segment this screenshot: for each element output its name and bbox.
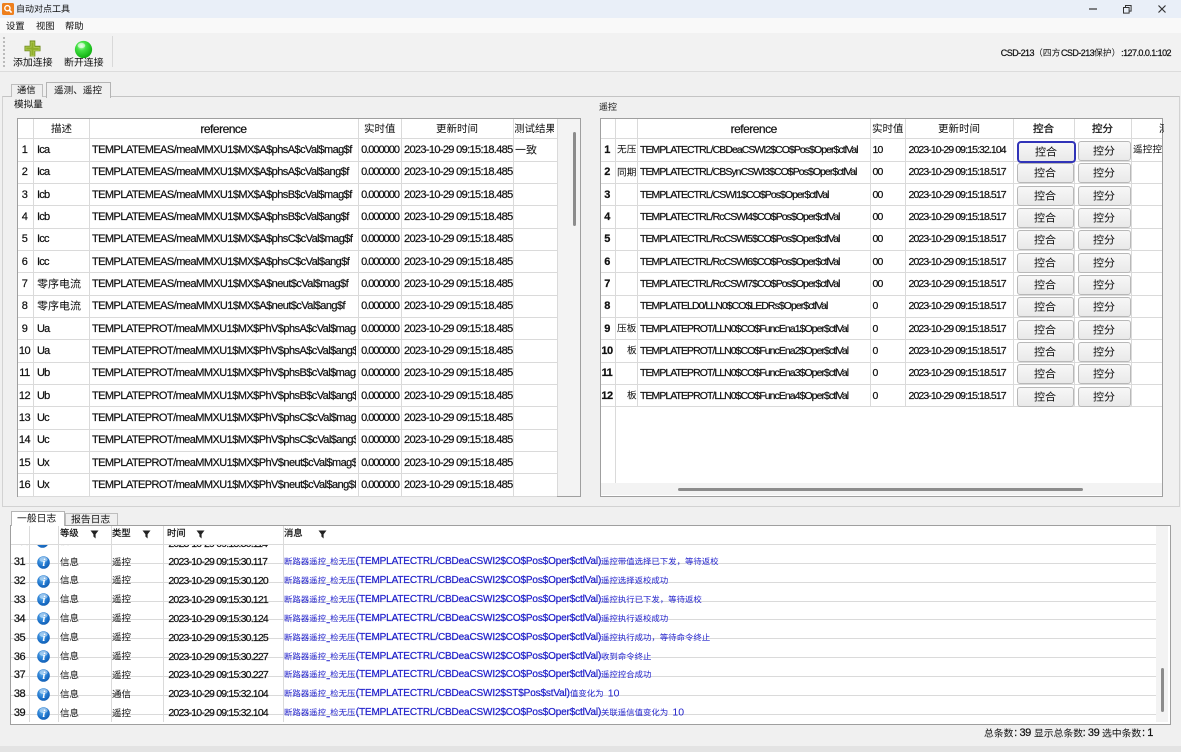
svg-text:0: 0: [678, 708, 684, 718]
svg-text:0: 0: [613, 689, 619, 699]
